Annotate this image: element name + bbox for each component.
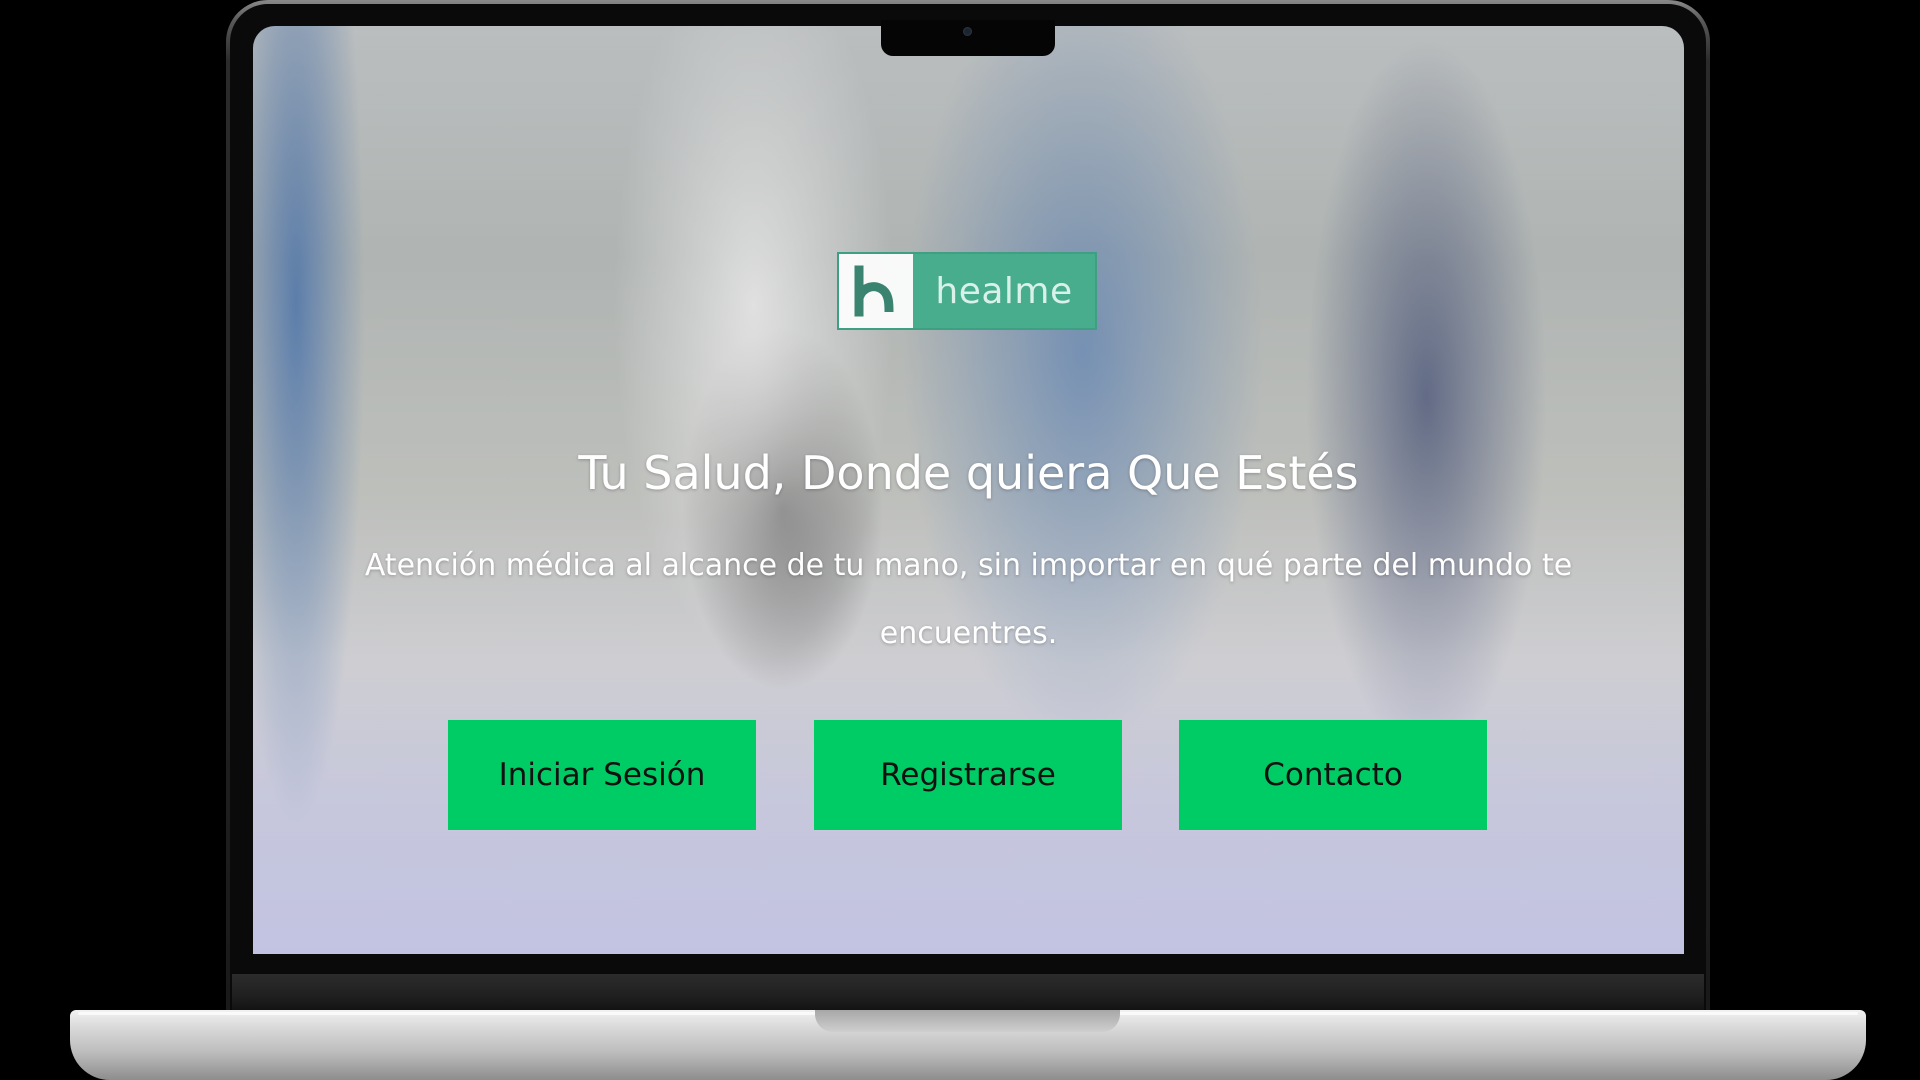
logo-wordmark: healme	[913, 254, 1095, 328]
hero-content: healme Tu Salud, Donde quiera Que Estés …	[253, 26, 1684, 954]
healme-logo[interactable]: healme	[837, 252, 1097, 330]
trackpad-notch	[815, 1010, 1120, 1032]
letter-h-logo-icon	[839, 254, 913, 328]
page-headline: Tu Salud, Donde quiera Que Estés	[578, 446, 1359, 500]
laptop-base	[70, 1010, 1866, 1080]
contact-button[interactable]: Contacto	[1179, 720, 1487, 830]
page-subtitle: Atención médica al alcance de tu mano, s…	[364, 548, 1573, 651]
camera-icon	[963, 27, 972, 36]
camera-notch	[881, 20, 1055, 56]
laptop-mockup-stage: healme Tu Salud, Donde quiera Que Estés …	[0, 0, 1920, 1080]
register-button[interactable]: Registrarse	[814, 720, 1122, 830]
login-button[interactable]: Iniciar Sesión	[448, 720, 756, 830]
landing-screen: healme Tu Salud, Donde quiera Que Estés …	[253, 26, 1684, 954]
laptop-hinge	[232, 974, 1704, 1012]
